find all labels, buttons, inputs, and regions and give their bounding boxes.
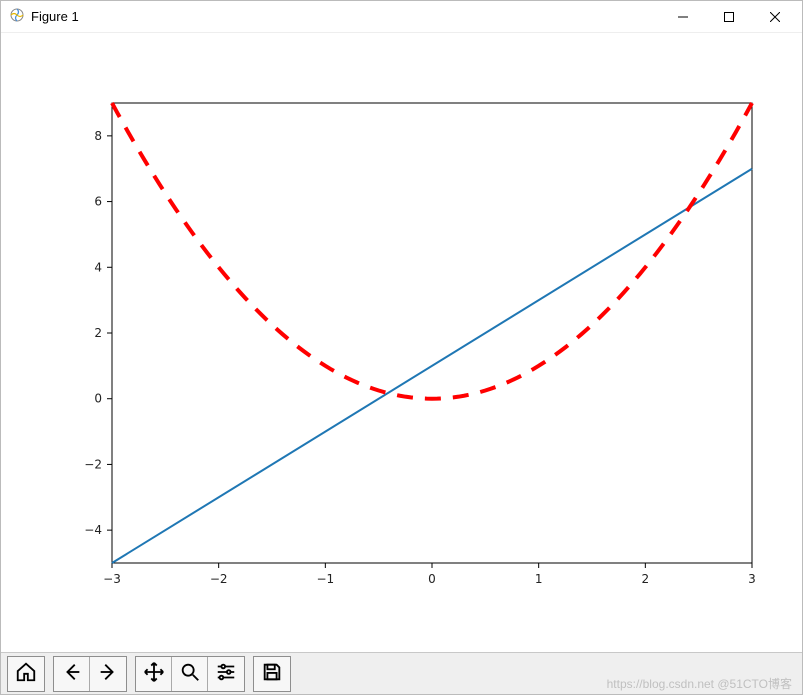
minimize-button[interactable] <box>660 2 706 32</box>
home-button[interactable] <box>8 657 44 691</box>
arrow-left-icon <box>61 661 83 686</box>
figure-window: Figure 1 −3 −2 −1 0 1 2 3 −4 −2 0 2 4 6 8 <box>0 0 803 695</box>
chart-canvas: −3 −2 −1 0 1 2 3 −4 −2 0 2 4 6 8 <box>12 33 792 633</box>
svg-text:6: 6 <box>94 195 102 209</box>
svg-text:0: 0 <box>94 392 102 406</box>
save-icon <box>261 661 283 686</box>
close-button[interactable] <box>752 2 798 32</box>
move-icon <box>143 661 165 686</box>
mpl-toolbar: https://blog.csdn.net @51CTO博客 <box>1 652 802 694</box>
subplots-button[interactable] <box>208 657 244 691</box>
svg-text:2: 2 <box>94 326 102 340</box>
titlebar: Figure 1 <box>1 1 802 33</box>
back-button[interactable] <box>54 657 90 691</box>
svg-text:1: 1 <box>534 572 542 586</box>
home-icon <box>15 661 37 686</box>
svg-text:8: 8 <box>94 129 102 143</box>
svg-text:−3: −3 <box>103 572 121 586</box>
svg-text:−1: −1 <box>316 572 334 586</box>
plot-area: −3 −2 −1 0 1 2 3 −4 −2 0 2 4 6 8 <box>1 33 802 652</box>
magnifier-icon <box>179 661 201 686</box>
zoom-button[interactable] <box>172 657 208 691</box>
svg-text:−2: −2 <box>209 572 227 586</box>
pan-button[interactable] <box>136 657 172 691</box>
svg-text:−2: −2 <box>84 457 102 471</box>
watermark: https://blog.csdn.net @51CTO博客 <box>607 675 792 692</box>
window-title: Figure 1 <box>31 9 79 24</box>
forward-button[interactable] <box>90 657 126 691</box>
save-button[interactable] <box>254 657 290 691</box>
window-controls <box>660 2 798 32</box>
svg-text:4: 4 <box>94 260 102 274</box>
svg-text:−4: −4 <box>84 523 102 537</box>
svg-text:2: 2 <box>641 572 649 586</box>
svg-text:0: 0 <box>428 572 436 586</box>
app-icon <box>9 7 25 26</box>
svg-text:3: 3 <box>748 572 756 586</box>
maximize-button[interactable] <box>706 2 752 32</box>
sliders-icon <box>215 661 237 686</box>
arrow-right-icon <box>97 661 119 686</box>
